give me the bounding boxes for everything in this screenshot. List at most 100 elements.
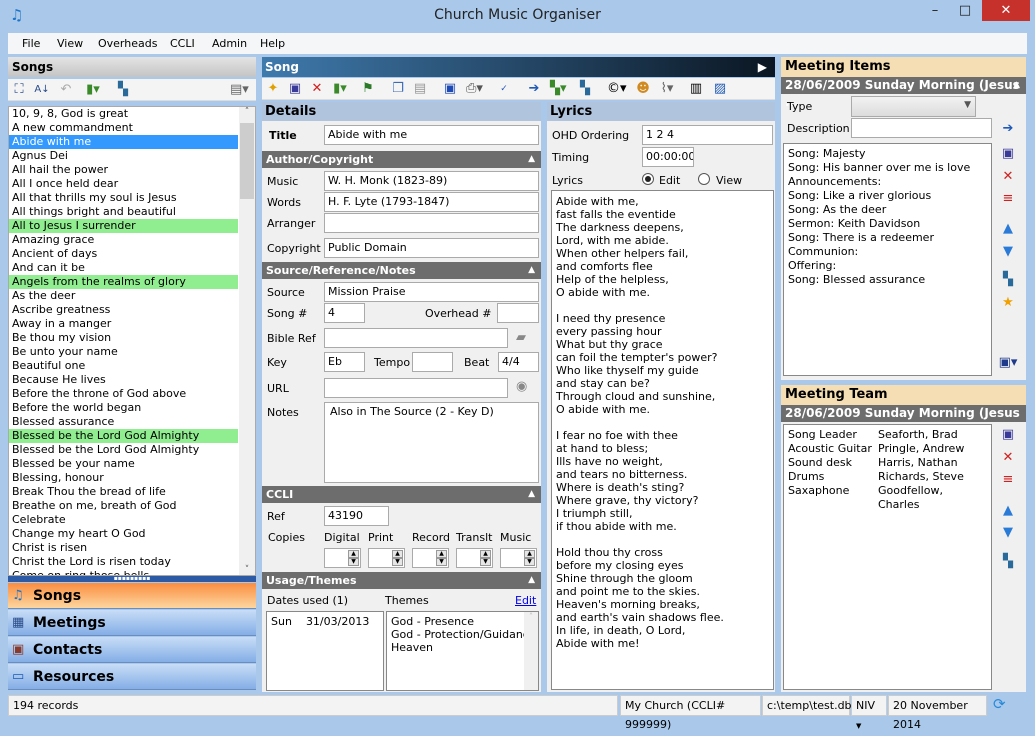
ohd-ordering-input[interactable]: 1 2 4	[642, 125, 773, 145]
arranger-input[interactable]	[324, 213, 539, 233]
menu-help[interactable]: Help	[260, 37, 285, 50]
menu-ccli[interactable]: CCLI	[170, 37, 195, 50]
song-list-item[interactable]: Ancient of days	[9, 247, 238, 261]
song-list-item[interactable]: Amazing grace	[9, 233, 238, 247]
menu-admin[interactable]: Admin	[212, 37, 247, 50]
splitter-handle[interactable]: ▪▪▪▪▪▪▪▪▪	[8, 576, 256, 582]
clear-list-icon[interactable]: ≡	[998, 472, 1018, 490]
copies-record-stepper[interactable]: ▲ ▼	[412, 548, 449, 568]
meeting-item[interactable]: Communion:	[788, 245, 987, 259]
songs-list[interactable]: 10, 9, 8, God is great A new commandment A…	[8, 106, 256, 576]
bible-ref-input[interactable]	[324, 328, 508, 348]
attachment-icon[interactable]: ⌇▾	[659, 81, 675, 97]
team-member-row[interactable]: Drums Richards, Steve	[788, 470, 987, 484]
binoculars-icon[interactable]: ⛶	[11, 82, 27, 98]
menu-view[interactable]: View	[57, 37, 83, 50]
song-list-item[interactable]: Be unto your name	[9, 345, 238, 359]
timing-input[interactable]: 00:00:00	[642, 147, 694, 167]
book-icon[interactable]: ▮▾	[332, 81, 348, 97]
song-list-item[interactable]: Blessing, honour	[9, 471, 238, 485]
usage-themes-header[interactable]: Usage/Themes ▲	[262, 572, 541, 589]
spin-up-icon[interactable]: ▲	[392, 550, 403, 558]
menu-file[interactable]: File	[22, 37, 40, 50]
tempo-input[interactable]	[412, 352, 453, 372]
song-list-item[interactable]: Away in a manger	[9, 317, 238, 331]
meeting-selector[interactable]: 28/06/2009 Sunday Morning (Jesus ... ▲	[781, 77, 1026, 109]
export-icon[interactable]: ➔	[526, 81, 542, 97]
meeting-item[interactable]: Song: As the deer	[788, 203, 987, 217]
dates-used-list[interactable]: Sun 31/03/2013	[266, 611, 384, 691]
meeting-item[interactable]: Song: Like a river glorious	[788, 189, 987, 203]
people-icon[interactable]: ☻	[635, 81, 651, 97]
delete-icon[interactable]: ✕	[309, 81, 325, 97]
clear-list-icon[interactable]: ≡	[998, 191, 1018, 209]
nav-contacts[interactable]: ▣ Contacts	[8, 637, 256, 663]
notes-textarea[interactable]: Also in The Source (2 - Key D)	[324, 402, 539, 483]
meeting-item[interactable]: Song: There is a redeemer	[788, 231, 987, 245]
song-list-item[interactable]: Blessed be the Lord God Almighty	[9, 443, 238, 457]
song-list-item[interactable]: Change my heart O God	[9, 527, 238, 541]
view-radio-label[interactable]: View	[716, 174, 742, 187]
options-icon[interactable]: ▤▾	[230, 82, 249, 98]
author-copyright-header[interactable]: Author/Copyright ▲	[262, 151, 541, 168]
song-list-item[interactable]: All things bright and beautiful	[9, 205, 238, 219]
maximize-button[interactable]: □	[950, 0, 980, 21]
undo-icon[interactable]: ↶	[58, 82, 74, 98]
team-member-row[interactable]: Sound desk Harris, Nathan	[788, 456, 987, 470]
filter-export-icon[interactable]: ▚	[577, 81, 593, 97]
themes-list[interactable]: God - Presence God - Protection/Guidance H…	[386, 611, 539, 691]
nav-songs[interactable]: ♫ Songs	[8, 583, 256, 609]
lyrics-textarea[interactable]: Abide with me, fast falls the eventide The…	[551, 190, 774, 690]
nav-resources[interactable]: ▭ Resources	[8, 664, 256, 690]
team-member-row[interactable]: Song Leader Seaforth, Brad	[788, 428, 987, 442]
edit-radio[interactable]	[642, 173, 654, 185]
spin-up-icon[interactable]: ▲	[436, 550, 447, 558]
spin-up-icon[interactable]: ▲	[524, 550, 535, 558]
meeting-item[interactable]: Song: Blessed assurance	[788, 273, 987, 287]
import-icon[interactable]: ▚▾	[550, 81, 567, 97]
song-list-item[interactable]: Before the throne of God above	[9, 387, 238, 401]
song-list-item[interactable]: All hail the power	[9, 163, 238, 177]
meeting-item[interactable]: Song: Majesty	[788, 147, 987, 161]
refresh-icon[interactable]: ⟳	[993, 695, 1006, 713]
save-icon[interactable]: ▣	[287, 81, 303, 97]
meeting-team-list[interactable]: Song Leader Seaforth, Brad Acoustic Guitar…	[783, 424, 992, 690]
copyright-icon[interactable]: ©▾	[607, 81, 627, 97]
music-input[interactable]: W. H. Monk (1823-89)	[324, 171, 539, 191]
source-input[interactable]: Mission Praise	[324, 282, 539, 302]
filter-import-icon[interactable]: ▚	[998, 272, 1018, 290]
spellcheck-icon[interactable]: ✓	[496, 81, 512, 97]
song-list-item[interactable]: Be thou my vision	[9, 331, 238, 345]
star-icon[interactable]: ★	[998, 295, 1018, 313]
filter-icon[interactable]: ▚	[115, 82, 131, 98]
collapse-icon[interactable]: ▲	[528, 572, 535, 589]
spin-down-icon[interactable]: ▼	[436, 558, 447, 566]
song-list-item[interactable]: Break Thou the bread of life	[9, 485, 238, 499]
ccli-header[interactable]: CCLI ▲	[262, 486, 541, 503]
move-up-icon[interactable]: ▲	[998, 503, 1018, 521]
spin-up-icon[interactable]: ▲	[348, 550, 359, 558]
key-input[interactable]: Eb	[324, 352, 365, 372]
song-number-input[interactable]: 4	[324, 303, 365, 323]
song-list-item[interactable]: All that thrills my soul is Jesus	[9, 191, 238, 205]
song-list-item[interactable]: Beautiful one	[9, 359, 238, 373]
theme-item[interactable]: God - Protection/Guidance	[391, 628, 536, 641]
ccli-ref-input[interactable]: 43190	[324, 506, 389, 526]
collapse-icon[interactable]: ▲	[1013, 77, 1020, 94]
collapse-icon[interactable]: ▲	[528, 151, 535, 168]
title-input[interactable]: Abide with me	[324, 125, 539, 145]
url-input[interactable]	[324, 378, 508, 398]
theme-item[interactable]: Heaven	[391, 641, 534, 654]
add-item-icon[interactable]: ➔	[998, 121, 1018, 139]
song-list-item[interactable]: Because He lives	[9, 373, 238, 387]
song-list-item[interactable]: Blessed be the Lord God Almighty	[9, 429, 238, 443]
move-down-icon[interactable]: ▼	[998, 525, 1018, 543]
meeting-item[interactable]: Song: His banner over me is love	[788, 161, 987, 175]
type-select[interactable]: ▼	[851, 96, 976, 117]
meeting-items-list[interactable]: Song: Majesty Song: His banner over me is…	[783, 143, 992, 376]
collapse-icon[interactable]: ▲	[528, 262, 535, 279]
bible-version-dropdown[interactable]: NIV ▼	[851, 695, 887, 730]
save-icon[interactable]: ▣	[998, 146, 1018, 164]
song-list-item[interactable]: Agnus Dei	[9, 149, 238, 163]
song-list-item[interactable]: Christ is risen	[9, 541, 238, 555]
